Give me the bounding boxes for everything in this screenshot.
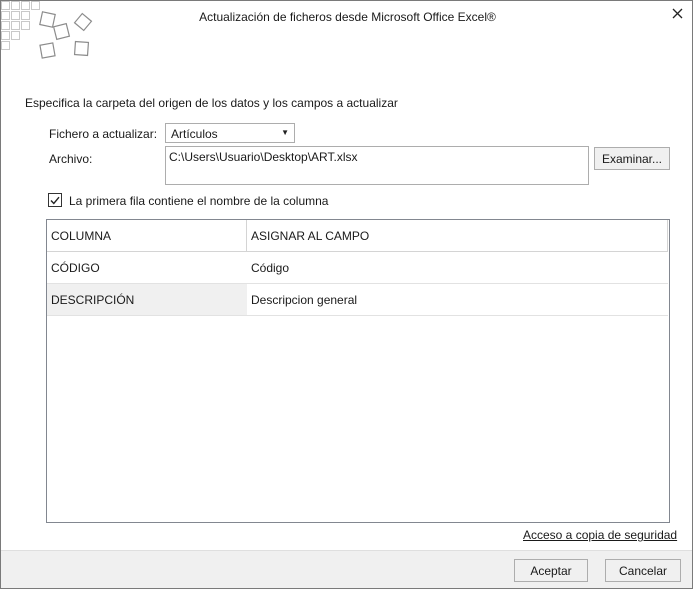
footer-bar: Aceptar Cancelar — [1, 550, 692, 588]
row-campo-cell[interactable]: Descripcion general — [247, 284, 668, 316]
close-icon — [672, 8, 682, 18]
archivo-label: Archivo: — [49, 152, 93, 166]
row-campo-cell[interactable]: Código — [247, 252, 668, 284]
accept-button[interactable]: Aceptar — [514, 559, 588, 582]
fichero-label: Fichero a actualizar: — [49, 127, 158, 141]
first-row-checkbox-label: La primera fila contiene el nombre de la… — [69, 194, 329, 208]
fichero-select[interactable]: Artículos ▼ — [165, 123, 295, 143]
close-button[interactable] — [668, 4, 686, 22]
header-columna[interactable]: COLUMNA — [47, 220, 247, 252]
field-mapping-grid[interactable]: COLUMNA ASIGNAR AL CAMPO CÓDIGO Código D… — [46, 219, 670, 523]
fichero-select-value: Artículos — [171, 127, 218, 141]
row-columna-cell[interactable]: CÓDIGO — [47, 252, 247, 284]
archivo-field[interactable]: C:\Users\Usuario\Desktop\ART.xlsx — [165, 146, 589, 185]
table-row[interactable]: DESCRIPCIÓN Descripcion general — [47, 284, 669, 316]
window-title: Actualización de ficheros desde Microsof… — [199, 10, 496, 24]
dropdown-arrow-icon: ▼ — [281, 128, 289, 137]
backup-link[interactable]: Acceso a copia de seguridad — [523, 528, 677, 542]
header-asignar-campo[interactable]: ASIGNAR AL CAMPO — [247, 220, 668, 252]
row-columna-cell[interactable]: DESCRIPCIÓN — [47, 284, 247, 316]
section-heading: Especifica la carpeta del origen de los … — [25, 96, 398, 110]
grid-header-row: COLUMNA ASIGNAR AL CAMPO — [47, 220, 669, 252]
dialog-window: Actualización de ficheros desde Microsof… — [0, 0, 693, 589]
checkmark-icon — [50, 196, 60, 205]
table-row[interactable]: CÓDIGO Código — [47, 252, 669, 284]
examinar-button[interactable]: Examinar... — [594, 147, 670, 170]
cancel-button[interactable]: Cancelar — [605, 559, 681, 582]
first-row-checkbox[interactable] — [48, 193, 62, 207]
